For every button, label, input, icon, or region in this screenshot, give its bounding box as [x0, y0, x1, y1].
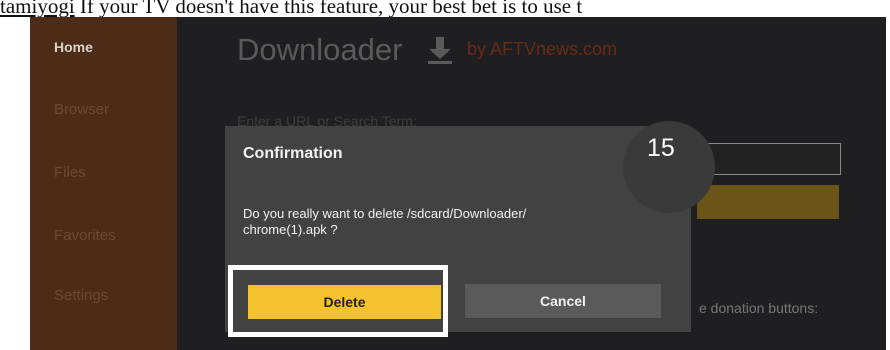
delete-button[interactable]: Delete: [248, 285, 441, 319]
download-arrow-icon: [428, 37, 452, 64]
step-number: 15: [647, 134, 675, 162]
sidebar: Home Browser Files Favorites Settings: [30, 17, 177, 350]
donation-text: e donation buttons:: [699, 300, 819, 316]
cancel-button[interactable]: Cancel: [465, 284, 661, 318]
article-sentence: If your TV doesn't have this feature, yo…: [74, 0, 583, 18]
sidebar-item-settings[interactable]: Settings: [54, 287, 108, 304]
go-button[interactable]: [697, 185, 839, 219]
step-badge: 15: [623, 121, 715, 213]
tv-screenshot: Home Browser Files Favorites Settings Do…: [30, 17, 886, 350]
article-text: tamiyogi If your TV doesn't have this fe…: [0, 0, 890, 18]
article-link[interactable]: tamiyogi: [0, 0, 75, 18]
sidebar-item-browser[interactable]: Browser: [54, 101, 109, 118]
dialog-title: Confirmation: [243, 145, 343, 162]
app-title: Downloader: [237, 32, 403, 67]
sidebar-item-favorites[interactable]: Favorites: [54, 227, 116, 244]
sidebar-item-files[interactable]: Files: [54, 164, 86, 181]
url-input[interactable]: [697, 143, 841, 175]
byline: by AFTVnews.com: [467, 39, 618, 59]
sidebar-item-home[interactable]: Home: [54, 39, 93, 55]
dialog-message: Do you really want to delete /sdcard/Dow…: [243, 206, 527, 237]
